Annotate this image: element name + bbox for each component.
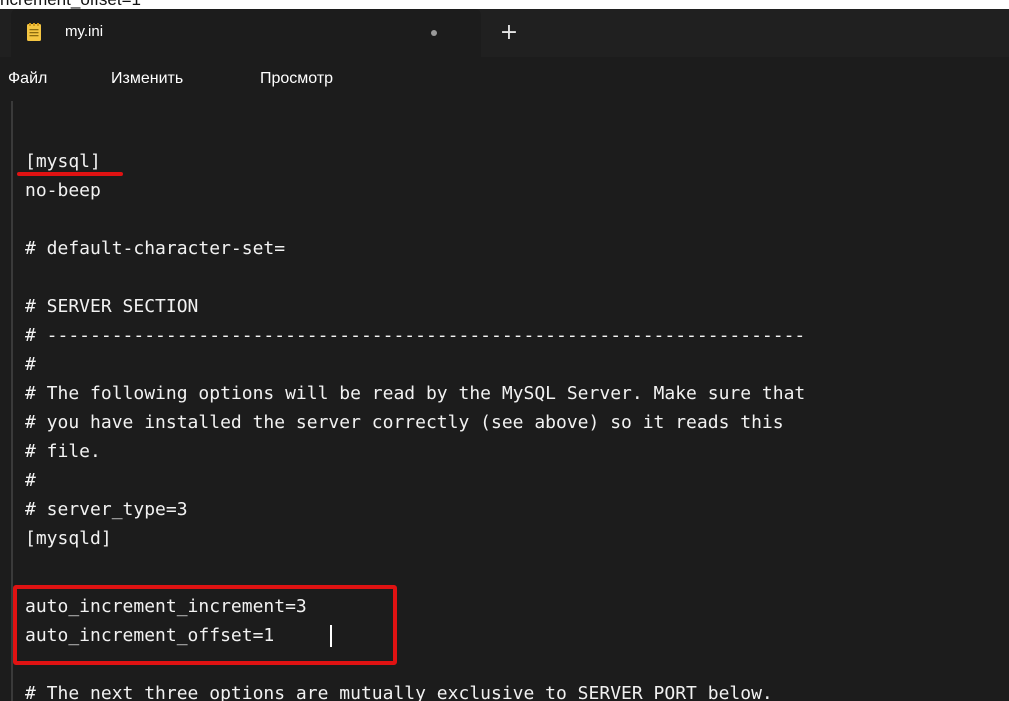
code-line: # [25, 470, 36, 491]
code-line: # --------------------------------------… [25, 325, 806, 346]
menu-view[interactable]: Просмотр [260, 70, 333, 88]
top-caption-text: ncrement_offset=1 [0, 0, 1009, 9]
unsaved-indicator-icon [431, 30, 437, 36]
code-line: # you have installed the server correctl… [25, 412, 784, 433]
tab-bar: my.ini + [0, 9, 1009, 57]
code-line: # [25, 354, 36, 375]
tab-my-ini[interactable]: my.ini [11, 9, 481, 57]
code-line: no-beep [25, 180, 101, 201]
code-line: # default-character-set= [25, 238, 286, 259]
code-line: # file. [25, 441, 101, 462]
annotation-underline [17, 172, 123, 176]
menu-edit[interactable]: Изменить [111, 70, 183, 88]
code-line: # The next three options are mutually ex… [25, 683, 773, 701]
code-line: # server_type=3 [25, 499, 188, 520]
new-tab-button[interactable]: + [496, 21, 522, 47]
text-editor-area[interactable]: [mysql] no-beep # default-character-set=… [0, 101, 1009, 701]
notepad-window: my.ini + Файл Изменить Просмотр [mysql] … [0, 9, 1009, 701]
annotation-highlight-box [13, 585, 397, 665]
text-cursor [330, 625, 332, 647]
code-line: # The following options will be read by … [25, 383, 806, 404]
code-line: # SERVER SECTION [25, 296, 199, 317]
code-line: [mysql] [25, 151, 101, 172]
menu-bar: Файл Изменить Просмотр [0, 57, 1009, 101]
menu-file[interactable]: Файл [8, 70, 47, 88]
notepad-icon [27, 23, 41, 41]
tab-title: my.ini [65, 23, 104, 40]
code-line: [mysqld] [25, 528, 112, 549]
